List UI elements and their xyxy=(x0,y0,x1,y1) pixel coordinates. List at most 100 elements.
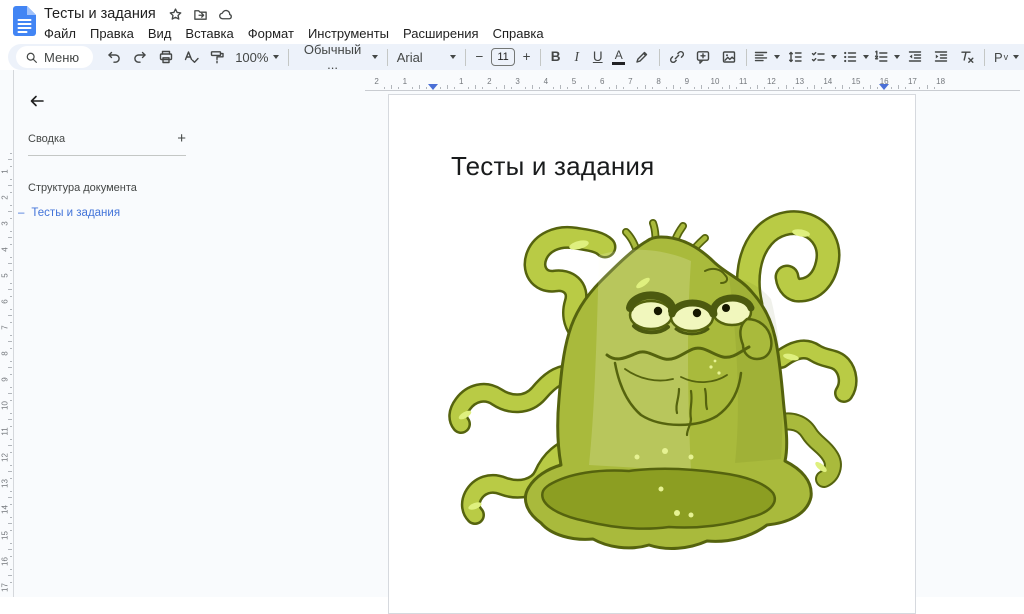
vertical-ruler[interactable]: 1 2 3 4 5 6 7 8 9 10 11 12 13 14 15 16 17 xyxy=(0,70,14,597)
ruler-number: 14 xyxy=(823,77,833,86)
ruler-tick xyxy=(877,87,879,89)
outline-item-dash: – xyxy=(18,207,25,219)
add-comment-button[interactable] xyxy=(690,46,716,68)
ruler-tick xyxy=(8,289,12,290)
cloud-status-icon[interactable] xyxy=(218,6,234,22)
ruler-tick xyxy=(8,419,12,420)
titlebar: Тесты и задания Файл Правка Вид Вставка … xyxy=(0,0,1024,44)
indent-marker[interactable] xyxy=(879,84,890,90)
clear-formatting-button[interactable] xyxy=(954,46,980,68)
text-color-button[interactable]: A xyxy=(608,46,629,68)
menu-extensions[interactable]: Расширения xyxy=(403,25,487,42)
ruler-tick xyxy=(722,87,724,89)
toolbar-separator xyxy=(983,48,985,66)
insert-image-button[interactable] xyxy=(716,46,742,68)
underline-button[interactable]: U xyxy=(587,46,608,68)
ruler-tick xyxy=(447,85,449,89)
ruler-tick xyxy=(10,217,12,219)
ruler-tick xyxy=(891,87,893,89)
menu-view[interactable]: Вид xyxy=(148,25,180,42)
back-button[interactable] xyxy=(24,88,50,114)
undo-button[interactable] xyxy=(101,46,127,68)
ruler-tick xyxy=(10,503,12,505)
highlight-color-button[interactable] xyxy=(629,46,655,68)
document-heading[interactable]: Тесты и задания xyxy=(451,151,915,182)
ruler-number: 17 xyxy=(0,583,10,592)
ruler-number: 13 xyxy=(795,77,805,86)
ruler-tick xyxy=(8,341,12,342)
indent-marker[interactable] xyxy=(428,84,438,90)
increase-indent-button[interactable] xyxy=(928,46,954,68)
ruler-tick xyxy=(8,575,12,576)
ruler-tick xyxy=(898,85,900,89)
font-size-input[interactable]: 11 xyxy=(491,48,516,66)
document-page[interactable]: Тесты и задания xyxy=(388,94,916,614)
ruler-tick xyxy=(8,263,12,264)
decrease-font-size-button[interactable]: − xyxy=(470,46,489,68)
ruler-number: 8 xyxy=(656,77,661,86)
ruler-number: 6 xyxy=(599,77,605,86)
chevron-down-icon xyxy=(831,55,838,59)
ruler-tick xyxy=(588,85,590,89)
google-docs-logo-icon[interactable] xyxy=(13,6,36,36)
ruler-tick xyxy=(10,204,12,206)
ruler-tick xyxy=(919,87,921,89)
ruler-tick xyxy=(764,87,766,89)
toolbar-separator xyxy=(540,48,542,66)
ruler-tick xyxy=(566,87,568,89)
ruler-number: 7 xyxy=(628,77,633,86)
ruler-number: 4 xyxy=(0,247,10,252)
bulleted-list-button[interactable] xyxy=(839,46,871,68)
ruler-tick xyxy=(8,523,12,524)
monster-illustration[interactable] xyxy=(429,207,869,557)
spellcheck-button[interactable] xyxy=(179,46,205,68)
decrease-indent-button[interactable] xyxy=(903,46,929,68)
menu-file[interactable]: Файл xyxy=(44,25,84,42)
increase-font-size-button[interactable]: + xyxy=(517,46,536,68)
ruler-tick xyxy=(672,85,674,89)
italic-button[interactable]: I xyxy=(566,46,587,68)
ruler-tick xyxy=(10,295,12,297)
menu-format[interactable]: Формат xyxy=(248,25,302,42)
ruler-tick xyxy=(10,308,12,310)
ruler-tick xyxy=(10,451,12,453)
pv-tool-button[interactable]: Pv xyxy=(989,46,1024,68)
ruler-tick xyxy=(700,85,702,89)
move-to-folder-icon[interactable] xyxy=(193,6,209,22)
ruler-tick xyxy=(10,399,12,401)
ruler-tick xyxy=(8,237,12,238)
ruler-number: 1 xyxy=(0,169,10,174)
document-title[interactable]: Тесты и задания xyxy=(44,6,156,22)
ruler-tick xyxy=(693,87,695,89)
ruler-tick xyxy=(10,256,12,258)
outline-header: Структура документа xyxy=(28,182,137,194)
paragraph-style-select[interactable]: Обычный ... xyxy=(293,42,382,72)
ruler-tick xyxy=(10,178,12,180)
insert-link-button[interactable] xyxy=(664,46,690,68)
add-summary-button[interactable]: + xyxy=(175,131,188,146)
menu-tools[interactable]: Инструменты xyxy=(308,25,397,42)
menu-help[interactable]: Справка xyxy=(493,25,552,42)
chevron-down-icon xyxy=(449,55,456,59)
toolbar-menu-button[interactable]: Меню xyxy=(16,46,94,68)
ruler-tick xyxy=(750,87,752,89)
outline-item[interactable]: – Тесты и задания xyxy=(18,207,354,219)
redo-button[interactable] xyxy=(127,46,153,68)
ruler-tick xyxy=(10,191,12,193)
menu-insert[interactable]: Вставка xyxy=(185,25,241,42)
numbered-list-button[interactable] xyxy=(871,46,903,68)
horizontal-ruler[interactable]: 2 1 1 2 3 4 5 6 7 8 9 10 11 12 13 14 15 16 17 18 xyxy=(365,76,1020,91)
ruler-number: 11 xyxy=(739,77,748,86)
menu-edit[interactable]: Правка xyxy=(90,25,142,42)
print-button[interactable] xyxy=(153,46,179,68)
bold-button[interactable]: B xyxy=(545,46,566,68)
ruler-number: 1 xyxy=(402,77,408,86)
checklist-button[interactable] xyxy=(808,46,840,68)
paint-format-button[interactable] xyxy=(204,46,230,68)
line-spacing-button[interactable] xyxy=(782,46,808,68)
font-family-select[interactable]: Arial xyxy=(392,46,461,68)
ruler-tick xyxy=(792,87,794,89)
zoom-select[interactable]: 100% xyxy=(230,46,284,68)
star-icon[interactable] xyxy=(168,6,184,22)
align-button[interactable] xyxy=(751,46,783,68)
